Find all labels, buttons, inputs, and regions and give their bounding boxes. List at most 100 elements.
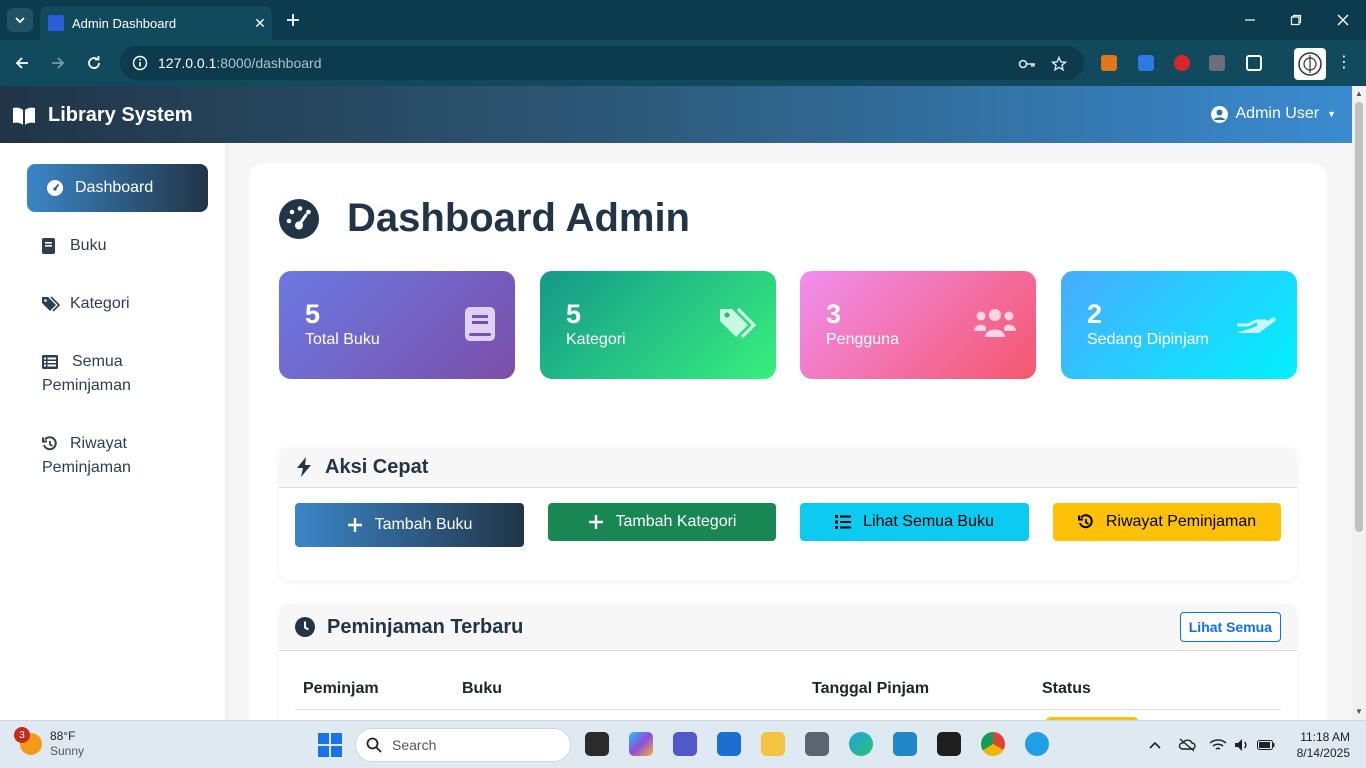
book-icon xyxy=(465,307,495,346)
book-icon xyxy=(42,234,70,254)
copilot-icon[interactable] xyxy=(629,732,653,756)
sidebar-item-buku[interactable]: Buku xyxy=(27,234,208,258)
tab-title: Admin Dashboard xyxy=(72,15,177,31)
wifi-icon[interactable] xyxy=(1208,735,1228,755)
weather-widget[interactable]: 3 88°F Sunny xyxy=(14,727,84,759)
show-hidden-icons-icon[interactable] xyxy=(1145,735,1165,755)
adblock-extension-icon[interactable] xyxy=(1174,55,1190,71)
favicon-icon xyxy=(48,15,64,31)
new-tab-button[interactable] xyxy=(282,9,304,31)
app-navbar: Library System Admin User ▼ xyxy=(0,86,1352,143)
browser-menu-icon[interactable]: ⋮ xyxy=(1336,52,1352,72)
user-menu-toggle[interactable]: Admin User ▼ xyxy=(1210,105,1336,123)
battery-icon[interactable] xyxy=(1256,735,1276,755)
button-label: Lihat Semua Buku xyxy=(863,513,994,530)
system-clock[interactable]: 11:18 AM 8/14/2025 xyxy=(1284,729,1350,761)
teams-icon[interactable] xyxy=(673,732,697,756)
quick-actions-header: Aksi Cepat xyxy=(279,447,1297,488)
volume-icon[interactable] xyxy=(1232,735,1252,755)
scrollbar-thumb[interactable] xyxy=(1355,102,1363,532)
sidebar-item-dashboard[interactable]: Dashboard xyxy=(27,164,208,212)
camera-icon[interactable] xyxy=(805,732,829,756)
brand-link[interactable]: Library System xyxy=(12,104,193,127)
column-header-tanggal: Tanggal Pinjam xyxy=(812,680,930,697)
reload-button[interactable] xyxy=(82,51,106,75)
reload-icon xyxy=(88,56,100,69)
url-host: 127.0.0.1 xyxy=(158,55,217,71)
history-icon xyxy=(1077,514,1094,530)
sidebar-item-label: Semua xyxy=(72,353,123,370)
bookmark-star-icon[interactable] xyxy=(1050,55,1068,73)
app-icon[interactable] xyxy=(1025,732,1049,756)
arrow-left-icon xyxy=(15,57,28,69)
sidebar-item-kategori[interactable]: Kategori xyxy=(27,292,208,316)
task-view-icon[interactable] xyxy=(585,732,609,756)
browser-tab-active[interactable]: Admin Dashboard ✕ xyxy=(40,6,272,40)
button-label: Riwayat Peminjaman xyxy=(1105,513,1257,530)
search-placeholder: Search xyxy=(392,737,437,753)
onedrive-off-icon[interactable] xyxy=(1177,735,1197,755)
back-button[interactable] xyxy=(10,51,34,75)
start-button[interactable] xyxy=(318,733,342,757)
media-extension-icon[interactable] xyxy=(1209,55,1225,71)
tags-icon xyxy=(42,292,70,312)
address-bar[interactable]: 127.0.0.1:8000/dashboard xyxy=(120,46,1084,80)
url-text: 127.0.0.1:8000/dashboard xyxy=(158,55,321,71)
sidebar-item-label-line2: Peminjaman xyxy=(42,377,131,394)
password-key-icon[interactable] xyxy=(1018,55,1036,73)
bolt-icon xyxy=(295,457,313,477)
scroll-up-icon[interactable]: ▲ xyxy=(1355,90,1363,98)
recent-loans-header: Peminjaman Terbaru Lihat Semua xyxy=(279,604,1297,651)
brand-title: Library System xyxy=(48,104,193,126)
tambah-kategori-button[interactable]: Tambah Kategori xyxy=(548,503,776,541)
user-circle-icon xyxy=(1210,105,1228,123)
sidebar-item-semua-peminjaman[interactable]: Semua Peminjaman xyxy=(27,350,208,398)
minimize-icon xyxy=(1245,19,1255,21)
page-scrollbar[interactable]: ▲ ▼ xyxy=(1352,86,1366,720)
close-window-button[interactable] xyxy=(1331,8,1355,32)
url-path: :8000/dashboard xyxy=(216,55,322,71)
metamask-extension-icon[interactable] xyxy=(1101,55,1117,71)
profile-avatar[interactable] xyxy=(1294,48,1326,80)
column-header-status: Status xyxy=(1042,680,1091,697)
loans-table-header: Peminjam Buku Tanggal Pinjam Status xyxy=(295,674,1281,710)
tab-search-button[interactable] xyxy=(7,8,33,32)
notepad-icon[interactable] xyxy=(893,732,917,756)
windows-logo-icon xyxy=(318,733,342,757)
extensions-puzzle-icon[interactable] xyxy=(1246,55,1262,71)
history-icon xyxy=(42,436,70,452)
clock-time: 11:18 AM xyxy=(1300,730,1350,744)
weather-text: 88°F Sunny xyxy=(50,729,84,759)
clock-date: 8/14/2025 xyxy=(1296,746,1350,760)
quick-actions-title: Aksi Cepat xyxy=(325,455,429,478)
chrome-icon[interactable] xyxy=(981,732,1005,756)
tambah-buku-button[interactable]: Tambah Buku xyxy=(295,503,524,547)
terminal-icon[interactable] xyxy=(937,732,961,756)
sidebar-item-riwayat-peminjaman[interactable]: Riwayat Peminjaman xyxy=(27,432,208,480)
lihat-semua-buku-button[interactable]: Lihat Semua Buku xyxy=(800,503,1029,541)
file-explorer-icon[interactable] xyxy=(761,732,785,756)
minimize-button[interactable] xyxy=(1238,8,1262,32)
column-header-buku: Buku xyxy=(462,680,502,697)
k-extension-icon[interactable] xyxy=(1138,55,1154,71)
open-book-icon xyxy=(13,107,35,125)
scroll-down-icon[interactable]: ▼ xyxy=(1355,708,1363,716)
plus-icon xyxy=(588,514,604,530)
close-tab-icon[interactable]: ✕ xyxy=(248,15,272,32)
weather-badge: 3 xyxy=(14,727,30,743)
button-label: Tambah Kategori xyxy=(615,513,737,530)
riwayat-peminjaman-button[interactable]: Riwayat Peminjaman xyxy=(1053,503,1281,541)
stat-card-pengguna: 3 Pengguna xyxy=(800,271,1036,379)
recent-loans-panel: Peminjaman Terbaru Lihat Semua Peminjam … xyxy=(279,604,1297,720)
store-icon[interactable] xyxy=(717,732,741,756)
weather-desc: Sunny xyxy=(50,744,85,758)
site-info-icon[interactable] xyxy=(132,55,148,71)
edge-icon[interactable] xyxy=(849,732,873,756)
view-all-loans-button[interactable]: Lihat Semua xyxy=(1179,612,1281,642)
list-icon xyxy=(42,355,72,369)
forward-button[interactable] xyxy=(46,51,70,75)
stat-card-sedang-dipinjam: 2 Sedang Dipinjam xyxy=(1061,271,1297,379)
restore-button[interactable] xyxy=(1284,8,1308,32)
caret-down-icon: ▼ xyxy=(1327,109,1336,119)
taskbar-search[interactable]: Search xyxy=(355,728,571,762)
